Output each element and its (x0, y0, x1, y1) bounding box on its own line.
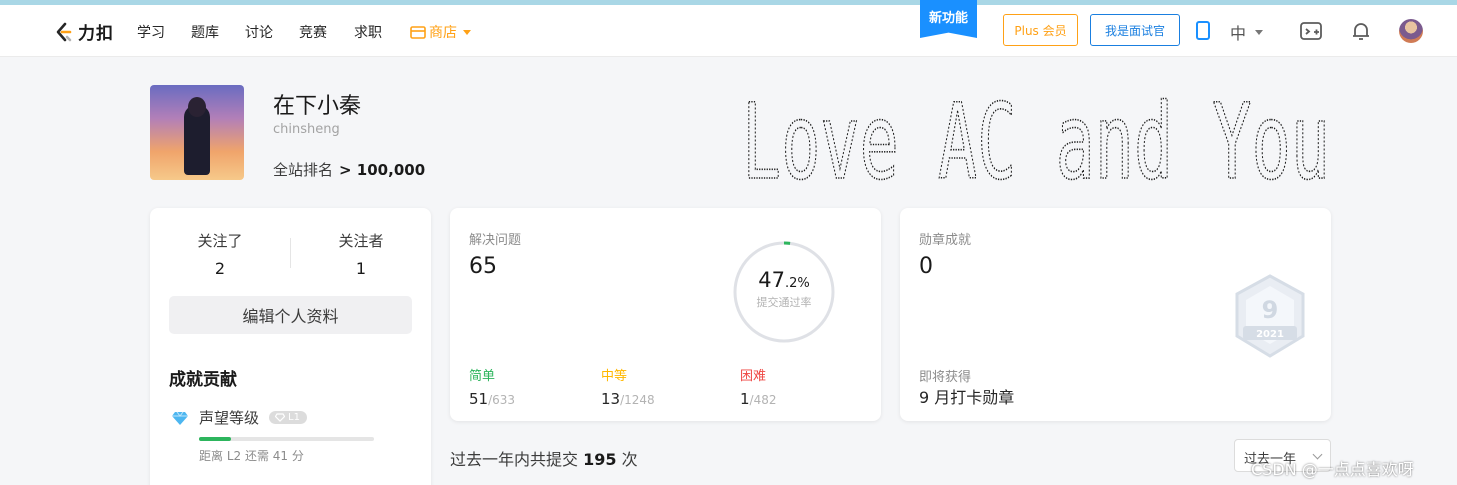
following-label: 关注了 (197, 232, 243, 250)
hard-total: /482 (749, 393, 777, 407)
hard-stat: 困难 1/482 (740, 365, 777, 408)
profile-avatar (150, 85, 244, 180)
leetcode-logo[interactable]: 力扣 (52, 19, 114, 44)
followers-label: 关注者 (338, 232, 384, 250)
edit-profile-button[interactable]: 编辑个人资料 (169, 296, 412, 334)
solved-value: 65 (469, 254, 497, 279)
following-stat[interactable]: 关注了 2 (150, 230, 290, 278)
global-rank: 全站排名 > 100,000 (273, 159, 425, 180)
upcoming-badge: 9 月打卡勋章 (919, 388, 1015, 407)
monthly-badge-icon[interactable]: 9 2021 (1233, 274, 1307, 358)
mobile-app-icon[interactable] (1196, 21, 1210, 40)
nav-discuss[interactable]: 讨论 (245, 22, 273, 42)
easy-total: /633 (488, 393, 516, 407)
level-badge-text: L1 (288, 412, 300, 423)
nav-problems[interactable]: 题库 (191, 22, 219, 42)
diamond-icon (172, 411, 188, 425)
nav-jobs[interactable]: 求职 (354, 22, 382, 42)
ascii-art-banner: Love AC and You (742, 96, 1331, 184)
easy-stat: 简单 51/633 (469, 365, 515, 408)
logo-text: 力扣 (78, 24, 114, 44)
easy-value: 51 (469, 390, 489, 408)
leetcode-logo-icon (56, 22, 72, 41)
interviewer-button[interactable]: 我是面试官 (1090, 14, 1180, 46)
reputation-progress-fill (199, 437, 231, 441)
diamond-outline-icon (275, 413, 286, 422)
easy-label: 简单 (469, 369, 496, 384)
medium-total: /1248 (620, 393, 655, 407)
medium-value: 13 (601, 390, 621, 408)
hard-value: 1 (740, 390, 750, 408)
submission-suffix: 次 (621, 450, 638, 469)
submission-prefix: 过去一年内共提交 (450, 450, 579, 469)
badges-block: 勋章成就 0 (919, 229, 971, 279)
acceptance-rate-dec: .2% (784, 276, 810, 291)
plus-member-button[interactable]: Plus 会员 (1003, 14, 1078, 46)
new-feature-ribbon[interactable]: 新功能 (920, 0, 977, 38)
contribution-title: 成就贡献 (169, 370, 237, 390)
follow-card: 关注了 2 关注者 1 编辑个人资料 成就贡献 声望等级 L1 距离 L2 还需… (150, 208, 431, 485)
solved-label: 解决问题 (469, 233, 522, 248)
watermark: CSDN @一点点喜欢呀 (1251, 460, 1414, 479)
nav-learn[interactable]: 学习 (137, 22, 165, 42)
language-label: 中 (1230, 24, 1247, 43)
badges-card: 勋章成就 0 9 2021 即将获得 9 月打卡勋章 (900, 208, 1331, 421)
badge-year: 2021 (1256, 329, 1284, 340)
submission-count: 195 (583, 450, 617, 469)
chevron-down-icon (463, 29, 471, 35)
submission-summary: 过去一年内共提交 195 次 (450, 446, 638, 470)
medium-stat: 中等 13/1248 (601, 365, 655, 408)
profile-name: 在下小秦 (273, 94, 362, 119)
reputation-note: 距离 L2 还需 41 分 (199, 449, 304, 463)
solved-block: 解决问题 65 (469, 229, 521, 279)
level-badge: L1 (269, 411, 307, 424)
acceptance-rate-int: 47 (758, 268, 785, 292)
acceptance-rate: 47.2% 提交通过率 (732, 268, 836, 310)
badges-label: 勋章成就 (919, 233, 972, 248)
nav-shop[interactable]: 商店 (410, 22, 471, 42)
followers-stat[interactable]: 关注者 1 (291, 230, 431, 278)
upcoming-label: 即将获得 (919, 370, 972, 385)
playground-icon[interactable] (1299, 19, 1323, 43)
reputation-label: 声望等级 (199, 409, 260, 427)
following-value: 2 (214, 259, 226, 278)
banner-text: Love AC and You (742, 96, 1330, 184)
hard-label: 困难 (740, 369, 767, 384)
nav-shop-label: 商店 (429, 25, 457, 41)
reputation-row: 声望等级 L1 (171, 407, 307, 428)
chevron-down-icon (1255, 29, 1264, 35)
bell-icon[interactable] (1349, 19, 1373, 43)
followers-value: 1 (355, 259, 367, 278)
medium-label: 中等 (601, 369, 628, 384)
language-select[interactable]: 中 (1230, 20, 1264, 44)
acceptance-rate-label: 提交通过率 (756, 296, 812, 309)
user-avatar-small[interactable] (1399, 19, 1423, 43)
badge-number: 9 (1262, 296, 1279, 324)
profile-handle: chinsheng (273, 122, 340, 137)
shop-icon (410, 26, 426, 39)
rank-label: 全站排名 (273, 161, 334, 179)
nav-contest[interactable]: 竞赛 (299, 22, 327, 42)
solved-card: 解决问题 65 47.2% 提交通过率 简单 51/633 中等 13/1248… (450, 208, 881, 421)
badges-value: 0 (919, 254, 933, 279)
rank-value: > 100,000 (339, 161, 426, 179)
reputation-progress-bar (199, 437, 374, 441)
